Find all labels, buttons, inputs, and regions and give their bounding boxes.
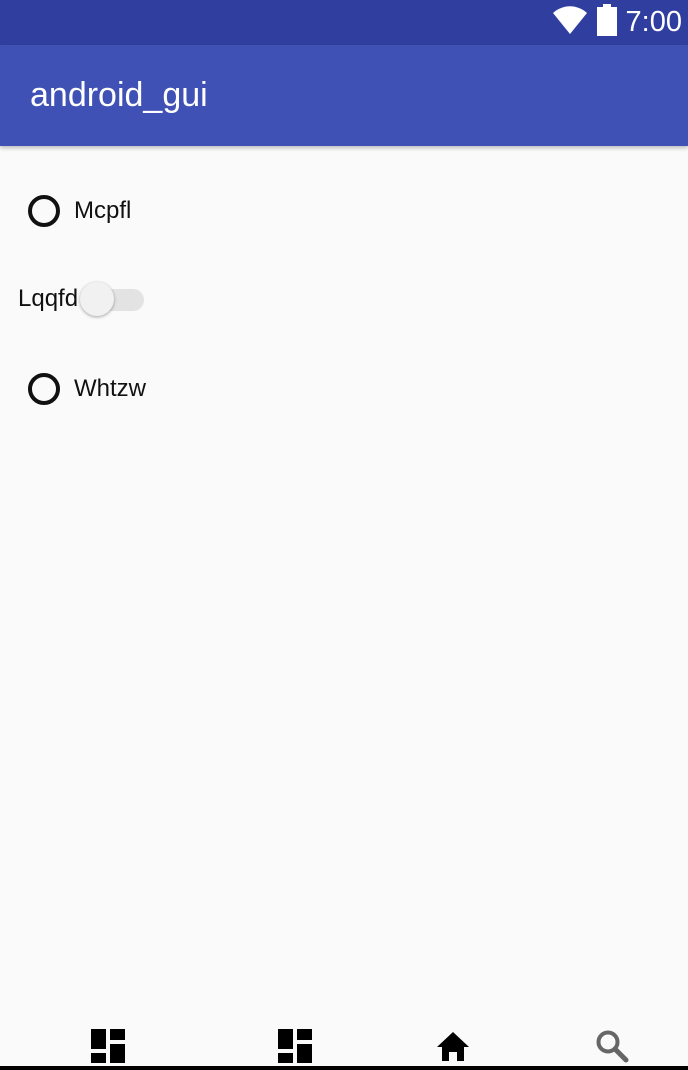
radio-button-mcpfl[interactable]: Mcpfl [28,191,131,231]
app-bar: android_gui [0,45,688,146]
radio-label: Whtzw [74,375,146,402]
status-time: 7:00 [625,6,682,38]
status-bar: 7:00 [0,0,688,45]
radio-unchecked-icon[interactable] [28,195,60,227]
switch-label: Lqqfd [18,285,79,312]
search-icon[interactable] [592,1026,632,1066]
radio-unchecked-icon[interactable] [28,373,60,405]
bottom-navigation [0,1020,688,1070]
home-icon[interactable] [433,1026,473,1066]
battery-icon [596,4,618,41]
app-title: android_gui [30,76,208,114]
toggle-switch[interactable] [78,279,146,319]
switch-thumb[interactable] [80,282,115,316]
dashboard-icon[interactable] [88,1026,128,1066]
radio-label: Mcpfl [74,197,132,224]
switch-lqqfd[interactable]: Lqqfd [18,279,146,319]
dashboard-icon[interactable] [275,1026,315,1066]
status-icons: 7:00 [552,0,682,45]
bottom-divider [0,1066,688,1070]
radio-button-whtzw[interactable]: Whtzw [28,369,146,409]
main-content: Mcpfl Lqqfd Whtzw [0,146,688,1020]
wifi-icon [552,5,588,40]
